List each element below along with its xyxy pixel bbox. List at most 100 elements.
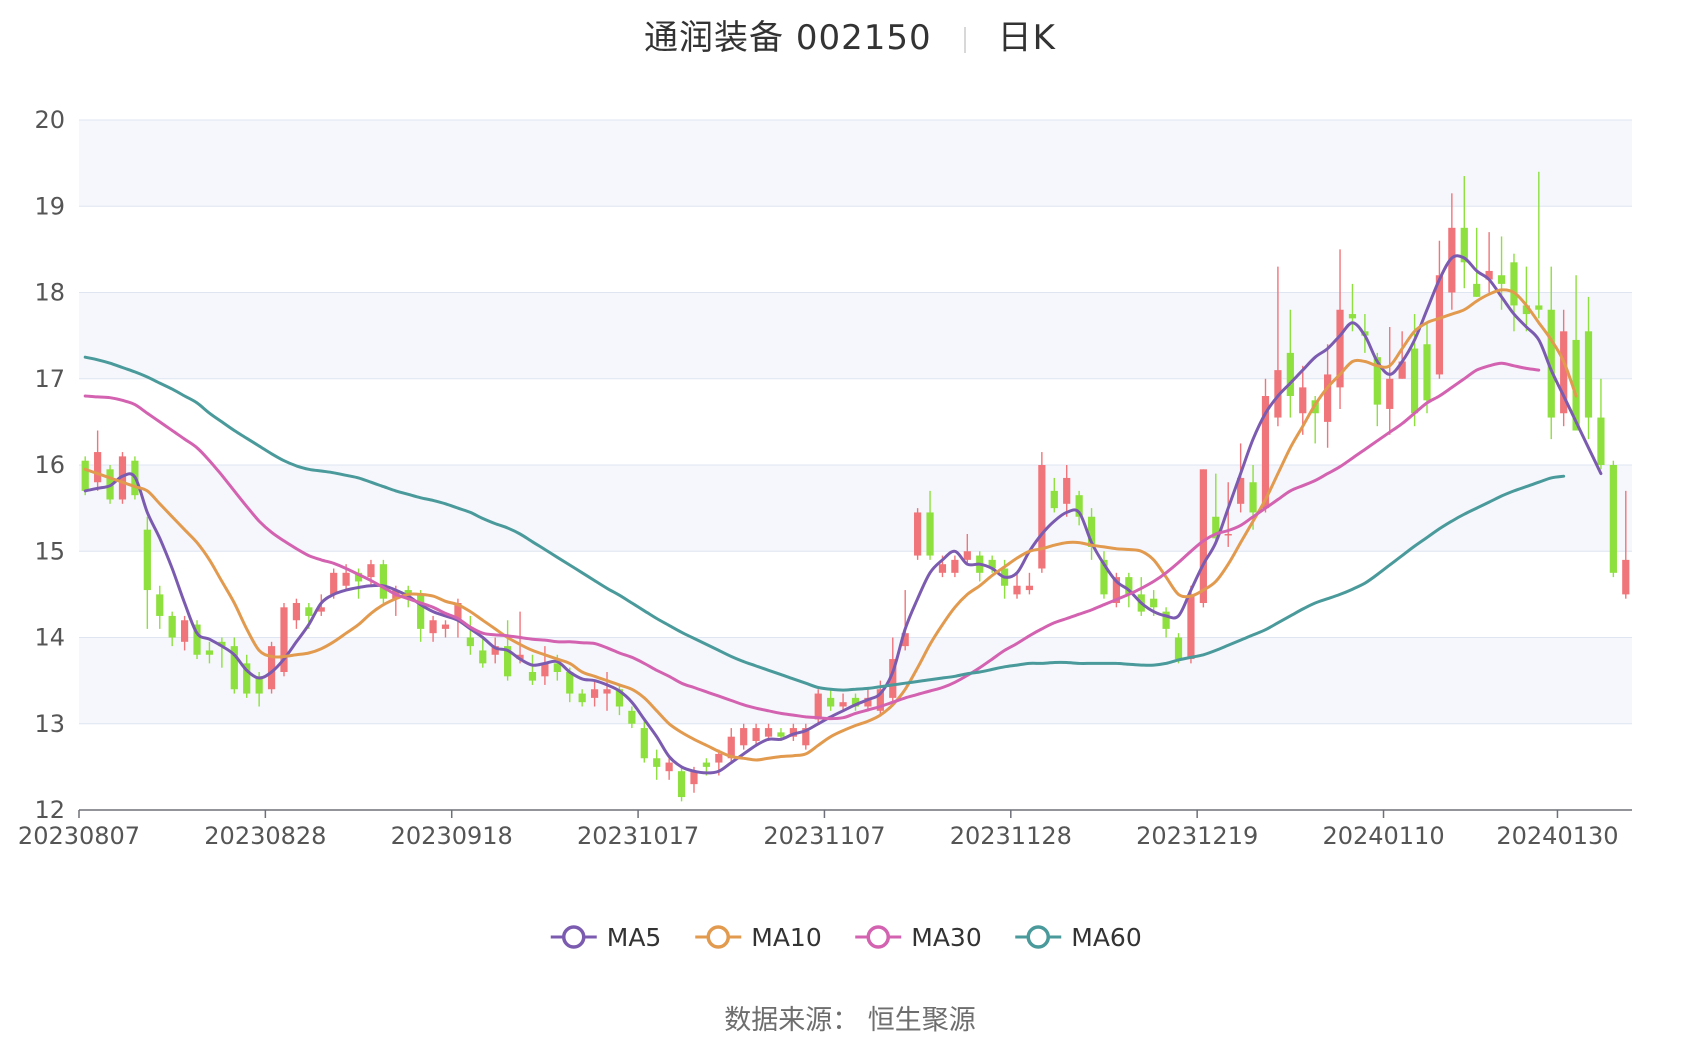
candle-body	[292, 603, 301, 621]
legend: MA5 MA10 MA30 MA60	[550, 923, 1142, 952]
candle-body	[839, 702, 847, 707]
candle-body	[330, 572, 338, 595]
legend-marker	[1026, 925, 1050, 949]
y-tick-label: 16	[34, 451, 65, 479]
candle-body	[156, 594, 164, 616]
candle-body	[653, 758, 661, 767]
candle-body	[1174, 637, 1183, 660]
candle-body	[702, 762, 711, 767]
candle-body	[665, 762, 673, 772]
candle-body	[81, 460, 89, 491]
candle-body	[951, 559, 959, 573]
candle-body	[1187, 594, 1195, 660]
candle-body	[1386, 378, 1394, 409]
candle-body	[1410, 348, 1419, 414]
y-axis: 12 13 14 15 16 17 18 19 20	[34, 106, 65, 824]
candle-body	[1609, 465, 1617, 573]
grid-band	[79, 465, 1632, 552]
candle-body	[1199, 469, 1207, 603]
candle-body	[1497, 275, 1506, 284]
candle-body	[367, 564, 375, 578]
x-axis: 20230807 20230828 20230918 20231017 20231107…	[18, 809, 1632, 850]
candle-body	[479, 650, 487, 664]
x-tick-label: 20230828	[204, 822, 326, 850]
candle-body	[1435, 275, 1444, 375]
y-tick-label: 17	[34, 365, 65, 393]
candle-body	[1038, 465, 1046, 569]
candle-body	[1584, 331, 1593, 418]
x-tick-label: 20231128	[950, 822, 1072, 850]
candle-body	[429, 620, 437, 634]
candle-body	[466, 637, 474, 647]
kline-chart: 121314151617181920 20230807 20230828 20230…	[18, 106, 1632, 952]
candle-body	[1063, 477, 1071, 504]
candle-body	[1535, 305, 1543, 310]
candle-body	[1622, 559, 1630, 595]
legend-label: MA10	[751, 923, 821, 952]
candle-body	[740, 728, 748, 746]
grid-lines	[79, 119, 1632, 725]
candle-body	[1348, 314, 1357, 319]
x-tick-label: 20240110	[1322, 822, 1444, 850]
candle-body	[528, 672, 537, 681]
candle-body	[143, 529, 151, 591]
legend-item-ma10[interactable]: MA10	[695, 923, 822, 952]
y-tick-label: 20	[34, 106, 65, 134]
legend-marker	[562, 925, 586, 949]
candle-body	[1286, 352, 1294, 396]
candle-body	[628, 710, 636, 724]
legend-label: MA30	[911, 923, 981, 952]
candle-body	[267, 646, 276, 690]
x-tick-label: 20231219	[1136, 822, 1258, 850]
candle-body	[1423, 344, 1431, 401]
legend-item-ma5[interactable]: MA5	[550, 923, 662, 952]
candle-body	[777, 732, 785, 737]
candle-body	[827, 697, 835, 707]
candle-body	[305, 607, 313, 616]
candle-body	[715, 753, 723, 763]
source-label: 数据来源：	[724, 1005, 860, 1036]
y-tick-label: 13	[34, 710, 65, 738]
legend-item-ma30[interactable]: MA30	[855, 923, 982, 952]
candle-body	[926, 512, 934, 556]
x-tick-label: 20230918	[391, 822, 513, 850]
candle-body	[342, 572, 350, 586]
data-source: 数据来源： 恒生聚源	[0, 998, 1700, 1037]
candle-body	[590, 689, 599, 698]
candle-body	[181, 620, 189, 642]
candle-body	[938, 564, 947, 573]
legend-item-ma60[interactable]: MA60	[1015, 923, 1142, 952]
candle-body	[441, 624, 450, 629]
candle-body	[94, 452, 102, 483]
candle-body	[814, 693, 822, 720]
candle-body	[1597, 417, 1605, 465]
candle-body	[963, 551, 971, 560]
candle-body	[752, 728, 760, 741]
candle-body	[578, 693, 586, 703]
candle-body	[1299, 387, 1307, 414]
candle-body	[677, 771, 686, 798]
y-tick-label: 14	[34, 624, 65, 652]
x-tick-label: 20231017	[577, 822, 699, 850]
grid-band	[79, 120, 1632, 207]
legend-marker	[706, 925, 730, 949]
candle-body	[1025, 585, 1034, 591]
chart-container: 通润装备 002150 日K 12 13 14 15 16 17 18 19 20 2023080…	[0, 0, 1700, 1037]
candle-body	[1224, 534, 1232, 536]
legend-marker	[866, 925, 890, 949]
y-tick-label: 15	[34, 537, 65, 565]
candle-body	[1510, 262, 1518, 306]
x-tick-label: 20240130	[1496, 822, 1618, 850]
candle-body	[1249, 482, 1257, 513]
candle-body	[914, 512, 922, 556]
y-tick-label: 18	[34, 279, 65, 307]
legend-label: MA60	[1071, 923, 1141, 952]
candle-body	[640, 728, 648, 759]
background-bands	[79, 120, 1632, 724]
candle-body	[1013, 585, 1021, 595]
y-tick-label: 19	[34, 192, 65, 220]
candle-body	[168, 615, 176, 638]
legend-label: MA5	[607, 923, 662, 952]
candle-body	[603, 689, 611, 694]
candle-body	[379, 564, 387, 599]
